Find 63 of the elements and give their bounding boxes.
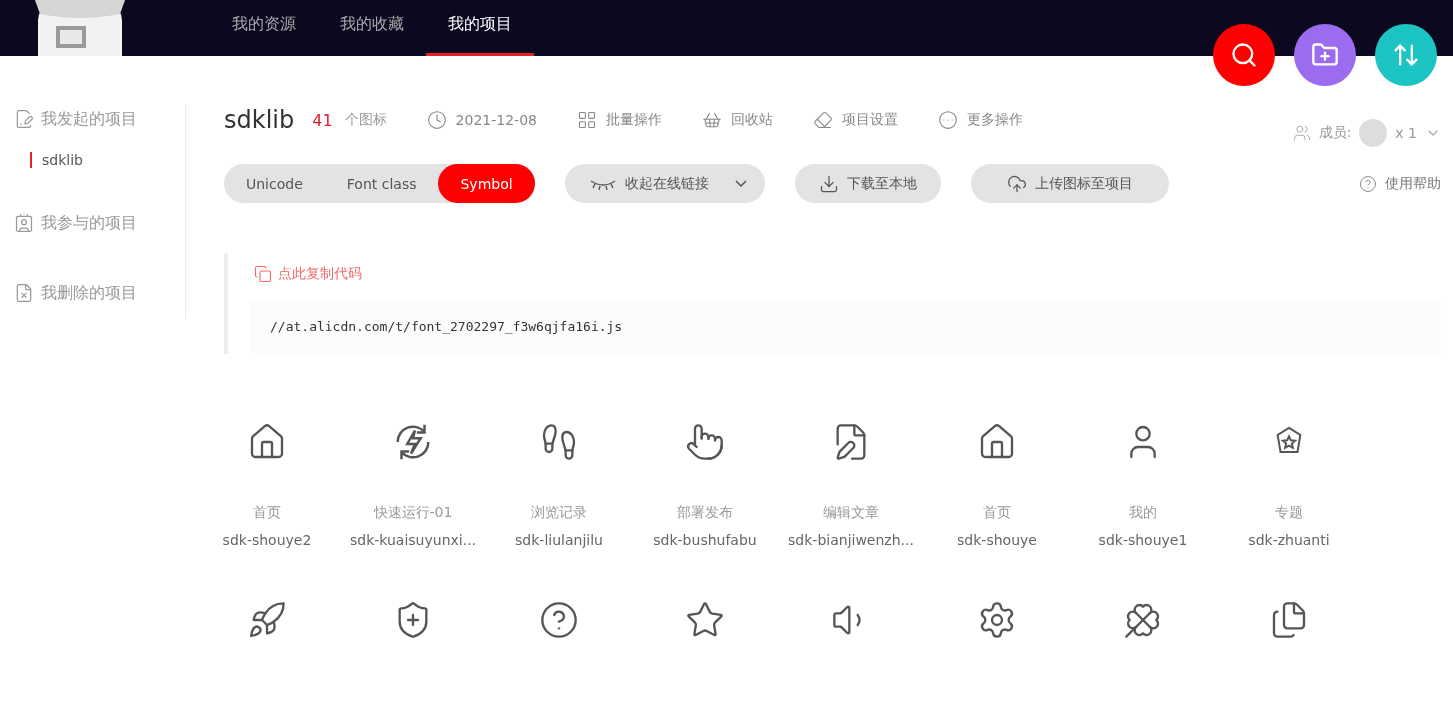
icon-code: sdk-zhuanti <box>1248 532 1330 548</box>
action-label: 批量操作 <box>605 111 662 129</box>
icon-code: sdk-shouye <box>957 532 1037 548</box>
code-type-tab[interactable]: Font class <box>324 164 439 203</box>
action-link[interactable]: 更多操作 <box>937 110 1023 130</box>
cloud-upload-icon <box>1006 173 1027 194</box>
copy-icon <box>254 265 272 283</box>
sidebar-item[interactable]: 我参与的项目 <box>14 208 185 238</box>
sidebar-label: 我发起的项目 <box>41 108 137 130</box>
icon-code: sdk-bushufabu <box>653 532 757 548</box>
icon-code: sdk-liulanjilu <box>515 532 603 548</box>
icon-title: 编辑文章 <box>823 504 879 522</box>
action-link[interactable]: 回收站 <box>701 110 773 130</box>
sidebar-item[interactable]: 我发起的项目 <box>14 104 185 134</box>
members-label: 成员: <box>1318 124 1352 142</box>
clock-icon <box>426 110 447 130</box>
members-dropdown[interactable]: 成员: x 1 <box>1292 119 1441 147</box>
avatar <box>1359 119 1388 147</box>
icon-title: 我的 <box>1129 504 1157 522</box>
icon-title: 首页 <box>983 504 1011 522</box>
folder-plus-icon <box>1311 41 1339 69</box>
action-label: 回收站 <box>730 111 773 129</box>
help-icon <box>1359 174 1377 193</box>
icon-count: 41 <box>312 110 333 130</box>
count-unit: 个图标 <box>344 111 387 129</box>
help-link[interactable]: 使用帮助 <box>1359 174 1441 193</box>
action-link[interactable]: 批量操作 <box>576 110 662 130</box>
collapse-link-button[interactable]: 收起在线链接 <box>564 164 765 203</box>
icon-code: sdk-shouye2 <box>222 532 312 548</box>
search-icon <box>1230 41 1258 69</box>
closed-eye-icon <box>588 177 617 190</box>
nav-tab[interactable]: 我的收藏 <box>318 0 426 56</box>
download-icon <box>818 173 839 194</box>
sidebar-item[interactable]: 我删除的项目 <box>14 278 185 308</box>
sidebar-label: 我删除的项目 <box>41 282 137 304</box>
icon-title: 首页 <box>253 504 281 522</box>
nav-tab[interactable]: 我的资源 <box>210 0 318 56</box>
nav-tab[interactable]: 我的项目 <box>426 0 534 56</box>
members-count: x 1 <box>1395 125 1417 141</box>
sidebar-label: 我参与的项目 <box>41 212 137 234</box>
more-icon <box>937 110 958 130</box>
chevron-down-icon <box>734 180 747 187</box>
icon-code: sdk-shouye1 <box>1098 532 1188 548</box>
icon-code: sdk-kuaisuyunxi... <box>349 532 477 548</box>
action-link[interactable]: 项目设置 <box>812 110 898 130</box>
help-label: 使用帮助 <box>1385 174 1441 193</box>
copy-code-label: 点此复制代码 <box>278 265 362 283</box>
upload-button[interactable]: 上传图标至项目 <box>970 164 1169 203</box>
icon-title: 部署发布 <box>677 504 733 522</box>
project-item[interactable]: sdklib <box>30 152 185 168</box>
icon-title: 快速运行-01 <box>373 504 453 522</box>
download-button[interactable]: 下载至本地 <box>794 164 941 203</box>
action-label: 更多操作 <box>966 111 1023 129</box>
project-title: sdklib <box>224 106 295 134</box>
users-icon <box>1292 124 1311 142</box>
icon-code: sdk-bianjiwenzh... <box>788 532 914 548</box>
action-label: 项目设置 <box>841 111 898 129</box>
copy-code-link[interactable]: 点此复制代码 <box>254 265 1441 283</box>
icon-title: 浏览记录 <box>531 504 587 522</box>
code-type-tab[interactable]: Symbol <box>438 164 535 203</box>
icon-title: 专题 <box>1275 504 1303 522</box>
code-type-tab[interactable]: Unicode <box>224 164 325 203</box>
date-text: 2021-12-08 <box>455 112 537 128</box>
